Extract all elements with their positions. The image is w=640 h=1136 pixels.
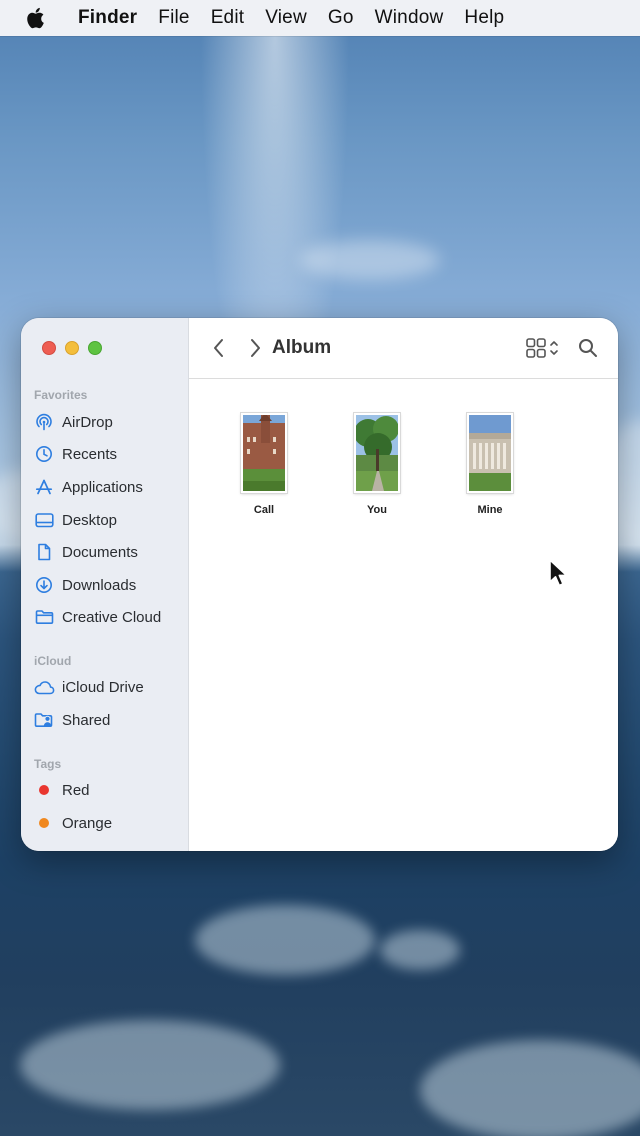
sidebar-item-label: Documents	[62, 543, 138, 561]
menu-bar: Finder File Edit View Go Window Help	[0, 0, 640, 36]
sidebar-item-label: Recents	[62, 445, 118, 463]
file-name: Mine	[477, 504, 503, 516]
file-item-mine[interactable]: Mine	[445, 413, 535, 523]
sidebar-item-shared[interactable]: Shared	[34, 706, 184, 734]
sidebar-item-downloads[interactable]: Downloads	[34, 571, 184, 599]
shared-folder-icon	[34, 710, 54, 730]
sidebar-item-desktop[interactable]: Desktop	[34, 506, 184, 534]
download-icon	[34, 575, 54, 595]
airdrop-icon	[34, 412, 54, 432]
sidebar-item-documents[interactable]: Documents	[34, 538, 184, 566]
close-button[interactable]	[42, 341, 56, 355]
sidebar-item-applications[interactable]: Applications	[34, 473, 184, 501]
file-name: You	[367, 504, 387, 516]
orange-tag-icon	[39, 818, 49, 828]
sidebar-item-tag-red[interactable]: Red	[34, 776, 184, 804]
wave-foam	[195, 905, 375, 975]
sidebar-item-recents[interactable]: Recents	[34, 440, 184, 468]
menu-file[interactable]: File	[158, 7, 189, 29]
sidebar-item-label: Orange	[62, 814, 113, 832]
menu-finder[interactable]: Finder	[78, 7, 137, 29]
cloud-icon	[34, 677, 54, 697]
finder-window: Favorites AirDrop Recents Applications D…	[21, 318, 618, 851]
sidebar-heading-favorites: Favorites	[34, 388, 88, 402]
sidebar-item-label: AirDrop	[62, 413, 113, 431]
photo-thumbnail	[354, 413, 400, 493]
window-controls	[42, 341, 102, 355]
zoom-button[interactable]	[88, 341, 102, 355]
grid-icon	[526, 338, 536, 348]
menu-edit[interactable]: Edit	[211, 7, 245, 29]
applications-icon	[34, 477, 54, 497]
mouse-pointer-icon	[548, 558, 570, 588]
wave-foam	[20, 1020, 280, 1110]
sidebar-item-creative-cloud[interactable]: Creative Cloud	[34, 603, 184, 631]
sidebar-heading-icloud: iCloud	[34, 654, 72, 668]
search-icon[interactable]	[577, 337, 599, 359]
view-options-button[interactable]	[525, 337, 563, 359]
desktop-icon	[34, 510, 54, 530]
sidebar: Favorites AirDrop Recents Applications D…	[21, 318, 189, 851]
sidebar-item-label: Downloads	[62, 576, 137, 594]
clock-icon	[34, 444, 54, 464]
sidebar-item-tag-orange[interactable]: Orange	[34, 809, 184, 837]
file-item-you[interactable]: You	[332, 413, 422, 523]
sidebar-item-label: iCloud Drive	[62, 678, 144, 696]
menu-help[interactable]: Help	[464, 7, 504, 29]
sidebar-item-icloud-drive[interactable]: iCloud Drive	[34, 673, 184, 701]
sidebar-item-label: Shared	[62, 711, 111, 729]
sidebar-item-label: Desktop	[62, 511, 118, 529]
document-icon	[34, 542, 54, 562]
forward-button[interactable]	[245, 337, 265, 359]
toolbar: Album	[189, 318, 618, 379]
red-tag-icon	[39, 785, 49, 795]
photo-thumbnail	[241, 413, 287, 493]
back-button[interactable]	[209, 337, 229, 359]
cloud	[300, 240, 440, 280]
wave-foam	[380, 930, 460, 970]
folder-icon	[34, 607, 54, 627]
sidebar-item-airdrop[interactable]: AirDrop	[34, 408, 184, 436]
photo-thumbnail	[467, 413, 513, 493]
file-browser-area: Call You Mine	[189, 379, 618, 851]
sidebar-item-label: Creative Cloud	[62, 608, 162, 626]
sidebar-item-label: Applications	[62, 478, 143, 496]
menu-view[interactable]: View	[265, 7, 307, 29]
menu-go[interactable]: Go	[328, 7, 354, 29]
sidebar-heading-tags: Tags	[34, 757, 62, 771]
menu-window[interactable]: Window	[375, 7, 444, 29]
minimize-button[interactable]	[65, 341, 79, 355]
apple-logo-icon[interactable]	[26, 5, 48, 31]
sidebar-item-label: Red	[62, 781, 90, 799]
file-item-call[interactable]: Call	[219, 413, 309, 523]
wave-foam	[420, 1040, 640, 1136]
file-name: Call	[253, 504, 275, 516]
window-title: Album	[272, 337, 332, 358]
